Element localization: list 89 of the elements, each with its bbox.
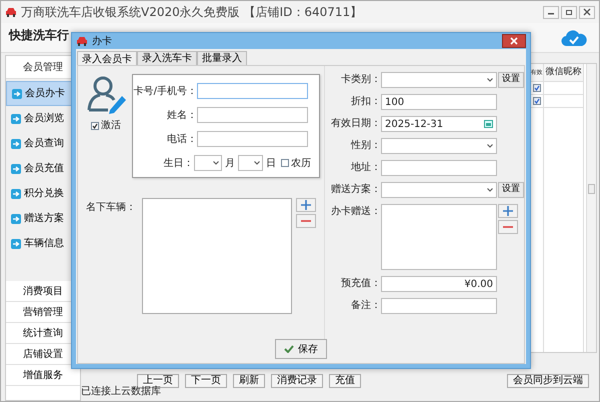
field-label: 地址： — [350, 160, 381, 175]
app-logo: 快捷洗车行 — [9, 28, 69, 40]
check-icon — [534, 85, 540, 91]
field-label: 月 — [225, 156, 236, 170]
plus-icon — [503, 206, 513, 216]
arrow-icon — [11, 214, 21, 224]
calendar-icon — [484, 120, 493, 128]
minimize-button[interactable] — [543, 6, 559, 18]
field-label: 办卡赠送： — [330, 204, 381, 219]
remove-button[interactable] — [296, 214, 316, 228]
dropdown-field[interactable] — [381, 182, 497, 198]
date-field[interactable]: 2025-12-31 — [381, 116, 497, 132]
field-label: 电话： — [166, 132, 197, 146]
input-field[interactable] — [197, 107, 308, 123]
arrow-icon — [11, 114, 21, 124]
input-field[interactable] — [197, 131, 308, 147]
car-icon — [76, 36, 88, 46]
field-label: 姓名： — [166, 108, 197, 122]
add-button[interactable] — [498, 204, 518, 218]
tab[interactable]: 批量录入 — [197, 51, 247, 65]
plus-icon — [301, 200, 311, 210]
tab[interactable]: 录入洗车卡 — [137, 51, 197, 65]
input-field[interactable] — [381, 298, 497, 314]
user-edit-icon — [86, 74, 126, 114]
checkbox[interactable] — [91, 122, 99, 130]
input-field[interactable] — [381, 160, 497, 176]
arrow-icon — [11, 188, 21, 198]
field-label: 预充值： — [340, 276, 381, 291]
row-checkbox[interactable] — [532, 84, 540, 92]
minus-icon — [503, 226, 513, 228]
arrow-icon — [11, 238, 21, 248]
scrollbar[interactable] — [586, 64, 596, 352]
close-button[interactable] — [502, 34, 526, 48]
close-icon — [510, 37, 518, 45]
field-label: 折扣： — [350, 94, 381, 109]
toolbar-button[interactable]: 刷新 — [233, 374, 265, 388]
caret-icon — [487, 78, 493, 82]
close-button[interactable] — [579, 6, 595, 18]
toolbar-button[interactable]: 充值 — [329, 374, 361, 388]
minus-icon — [301, 220, 311, 222]
settings-button[interactable]: 设置 — [498, 72, 524, 88]
vehicle-list[interactable] — [142, 198, 292, 314]
row-checkbox[interactable] — [532, 97, 540, 105]
tab[interactable]: 录入会员卡 — [77, 51, 137, 66]
input-field[interactable]: 100 — [381, 94, 497, 110]
caret-icon — [254, 161, 260, 165]
field-label: 卡类别： — [340, 72, 381, 87]
checkbox-label: 激活 — [101, 119, 121, 133]
check-icon — [92, 122, 98, 128]
check-icon — [534, 98, 540, 104]
settings-button[interactable]: 设置 — [498, 182, 524, 198]
field-label: 卡号/手机号： — [133, 84, 197, 98]
input-field[interactable]: ¥0.00 — [381, 276, 497, 292]
app-icon — [5, 7, 17, 17]
cloud-check-icon — [561, 28, 587, 46]
checkbox[interactable] — [281, 159, 290, 167]
maximize-button[interactable] — [561, 6, 577, 18]
field-label: 备注： — [350, 298, 381, 313]
toolbar-button[interactable]: 消费记录 — [271, 374, 323, 388]
restore-icon — [565, 8, 573, 16]
toolbar-button[interactable]: 下一页 — [185, 374, 227, 388]
input-field[interactable] — [197, 83, 308, 99]
dropdown-field[interactable] — [194, 155, 222, 171]
dialog-title: 办卡 — [92, 34, 112, 48]
field-label: 性别： — [350, 138, 381, 153]
dropdown-field[interactable] — [381, 138, 497, 154]
field-label: 日 — [266, 156, 276, 170]
dropdown-field[interactable] — [238, 155, 264, 171]
gift-list[interactable] — [381, 204, 497, 270]
add-button[interactable] — [296, 198, 316, 212]
caret-icon — [487, 188, 493, 192]
field-label: 有效日期： — [330, 116, 381, 131]
arrow-icon — [11, 138, 21, 148]
caret-icon — [213, 161, 220, 165]
column-header[interactable]: 微信昵称 — [544, 64, 583, 82]
arrow-icon — [12, 88, 22, 98]
field-label: 生日： — [162, 156, 194, 170]
remove-button[interactable] — [498, 220, 518, 234]
close-icon — [583, 8, 591, 16]
sync-button[interactable]: 会员同步到云端 — [507, 374, 589, 388]
dropdown-field[interactable] — [381, 72, 497, 88]
checkbox-label: 农历 — [291, 156, 312, 170]
check-icon — [284, 345, 294, 353]
field-label: 名下车辆： — [85, 200, 136, 215]
field-label: 赠送方案： — [330, 182, 381, 197]
caret-icon — [487, 144, 493, 148]
window-title: 万商联洗车店收银系统V2020永久免费版 【店铺ID：640711】 — [21, 4, 362, 21]
arrow-icon — [11, 164, 21, 174]
save-button[interactable]: 保存 — [275, 339, 327, 359]
